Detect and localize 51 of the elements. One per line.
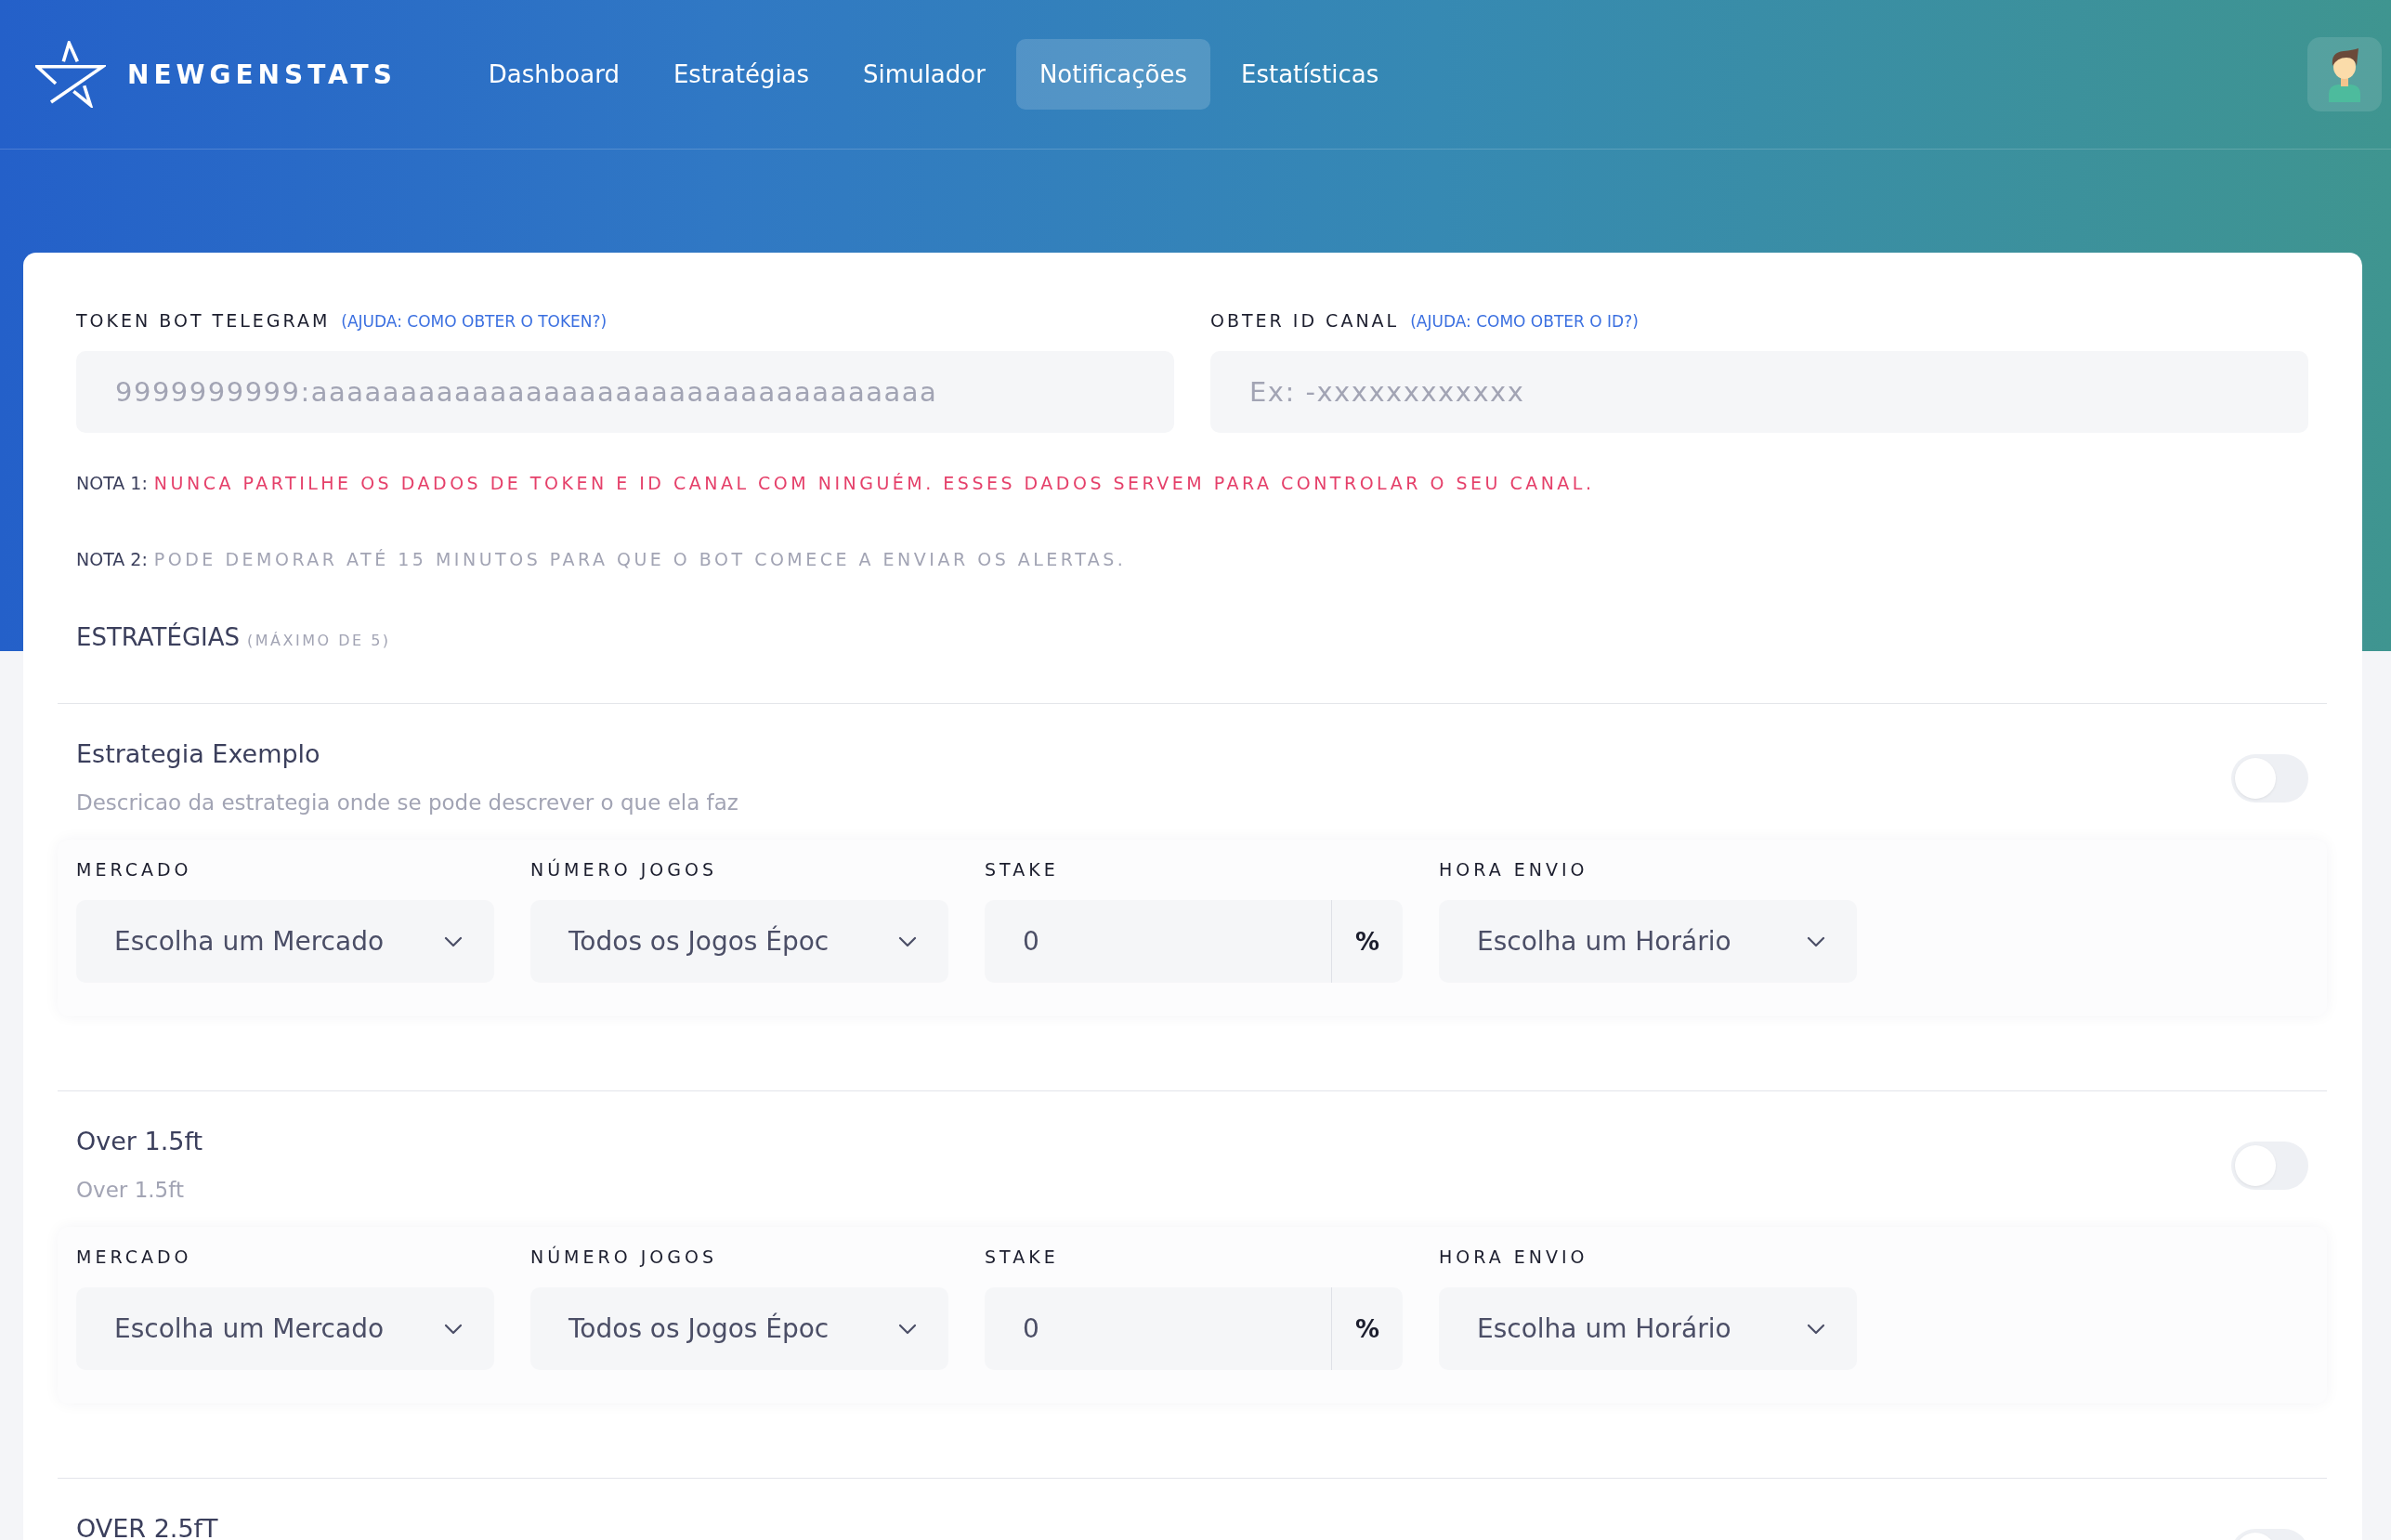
strategy-description: Descricao da estrategia onde se pode descrever o que ela faz	[76, 790, 738, 816]
dropdown-select[interactable]: Todos os Jogos Époc	[530, 900, 948, 983]
chevron-down-icon	[898, 1323, 917, 1335]
stake-input[interactable]: 0	[985, 900, 1331, 983]
field-label: MERCADO	[76, 1246, 193, 1268]
field-label: NÚMERO JOGOS	[530, 1246, 718, 1268]
brand-name: NEWGENSTATS	[127, 59, 397, 90]
field-label: NÚMERO JOGOS	[530, 858, 718, 881]
nav-tab[interactable]: Estatísticas	[1218, 39, 1403, 110]
warning-text: NUNCA PARTILHE OS DADOS DE TOKEN E ID CANAL COM NINGUÉM. ESSES DADOS SERVEM PARA CONTROLAR O SEU CANAL.	[153, 472, 1595, 495]
dropdown-select[interactable]: Escolha um Mercado	[76, 1287, 494, 1370]
star-logo-icon	[35, 41, 106, 108]
chevron-down-icon	[1807, 935, 1825, 947]
input-field[interactable]: 9999999999:aaaaaaaaaaaaaaaaaaaaaaaaaaaaaaaaaaa	[76, 351, 1174, 433]
field-label: MERCADO	[76, 858, 193, 881]
field-label: HORA ENVIO	[1439, 858, 1589, 881]
dropdown-select[interactable]: Escolha um Mercado	[76, 900, 494, 983]
strategy-description: Over 1.5ft	[76, 1177, 185, 1204]
field-label: TOKEN BOT TELEGRAM	[76, 309, 331, 333]
toggle-switch[interactable]	[2231, 1142, 2308, 1190]
strategy-title: Estrategia Exemplo	[76, 739, 321, 769]
toggle-switch[interactable]	[2231, 754, 2308, 803]
section-title: ESTRATÉGIAS	[76, 621, 240, 653]
field-label: STAKE	[985, 1246, 1060, 1268]
strategy-title: Over 1.5ft	[76, 1127, 203, 1156]
note-label: NOTA 1:	[76, 472, 148, 495]
section-hint: (MÁXIMO DE 5)	[247, 631, 391, 651]
chevron-down-icon	[444, 935, 463, 947]
nav-tab[interactable]: Dashboard	[464, 39, 643, 110]
note-label: NOTA 2:	[76, 548, 148, 571]
help-link[interactable]: (AJUDA: COMO OBTER O TOKEN?)	[341, 308, 608, 334]
nav-tab[interactable]: Simulador	[840, 39, 1009, 110]
chevron-down-icon	[1807, 1323, 1825, 1335]
unit-addon: %	[1331, 900, 1403, 983]
note-text: PODE DEMORAR ATÉ 15 MINUTOS PARA QUE O BOT COMECE A ENVIAR OS ALERTAS.	[153, 548, 1127, 571]
person-icon	[2326, 46, 2363, 102]
field-label: OBTER ID CANAL	[1210, 309, 1400, 333]
field-label: STAKE	[985, 858, 1060, 881]
help-link[interactable]: (AJUDA: COMO OBTER O ID?)	[1410, 308, 1639, 334]
nav-tab[interactable]: Estratégias	[649, 39, 833, 110]
stake-input[interactable]: 0	[985, 1287, 1331, 1370]
dropdown-select[interactable]: Todos os Jogos Époc	[530, 1287, 948, 1370]
chevron-down-icon	[898, 935, 917, 947]
strategy-title: OVER 2.5fT	[76, 1514, 218, 1540]
field-label: HORA ENVIO	[1439, 1246, 1589, 1268]
chevron-down-icon	[444, 1323, 463, 1335]
dropdown-select[interactable]: Escolha um Horário	[1439, 900, 1857, 983]
unit-addon: %	[1331, 1287, 1403, 1370]
dropdown-select[interactable]: Escolha um Horário	[1439, 1287, 1857, 1370]
user-avatar[interactable]	[2307, 37, 2382, 111]
input-field[interactable]: Ex: -xxxxxxxxxxxx	[1210, 351, 2308, 433]
